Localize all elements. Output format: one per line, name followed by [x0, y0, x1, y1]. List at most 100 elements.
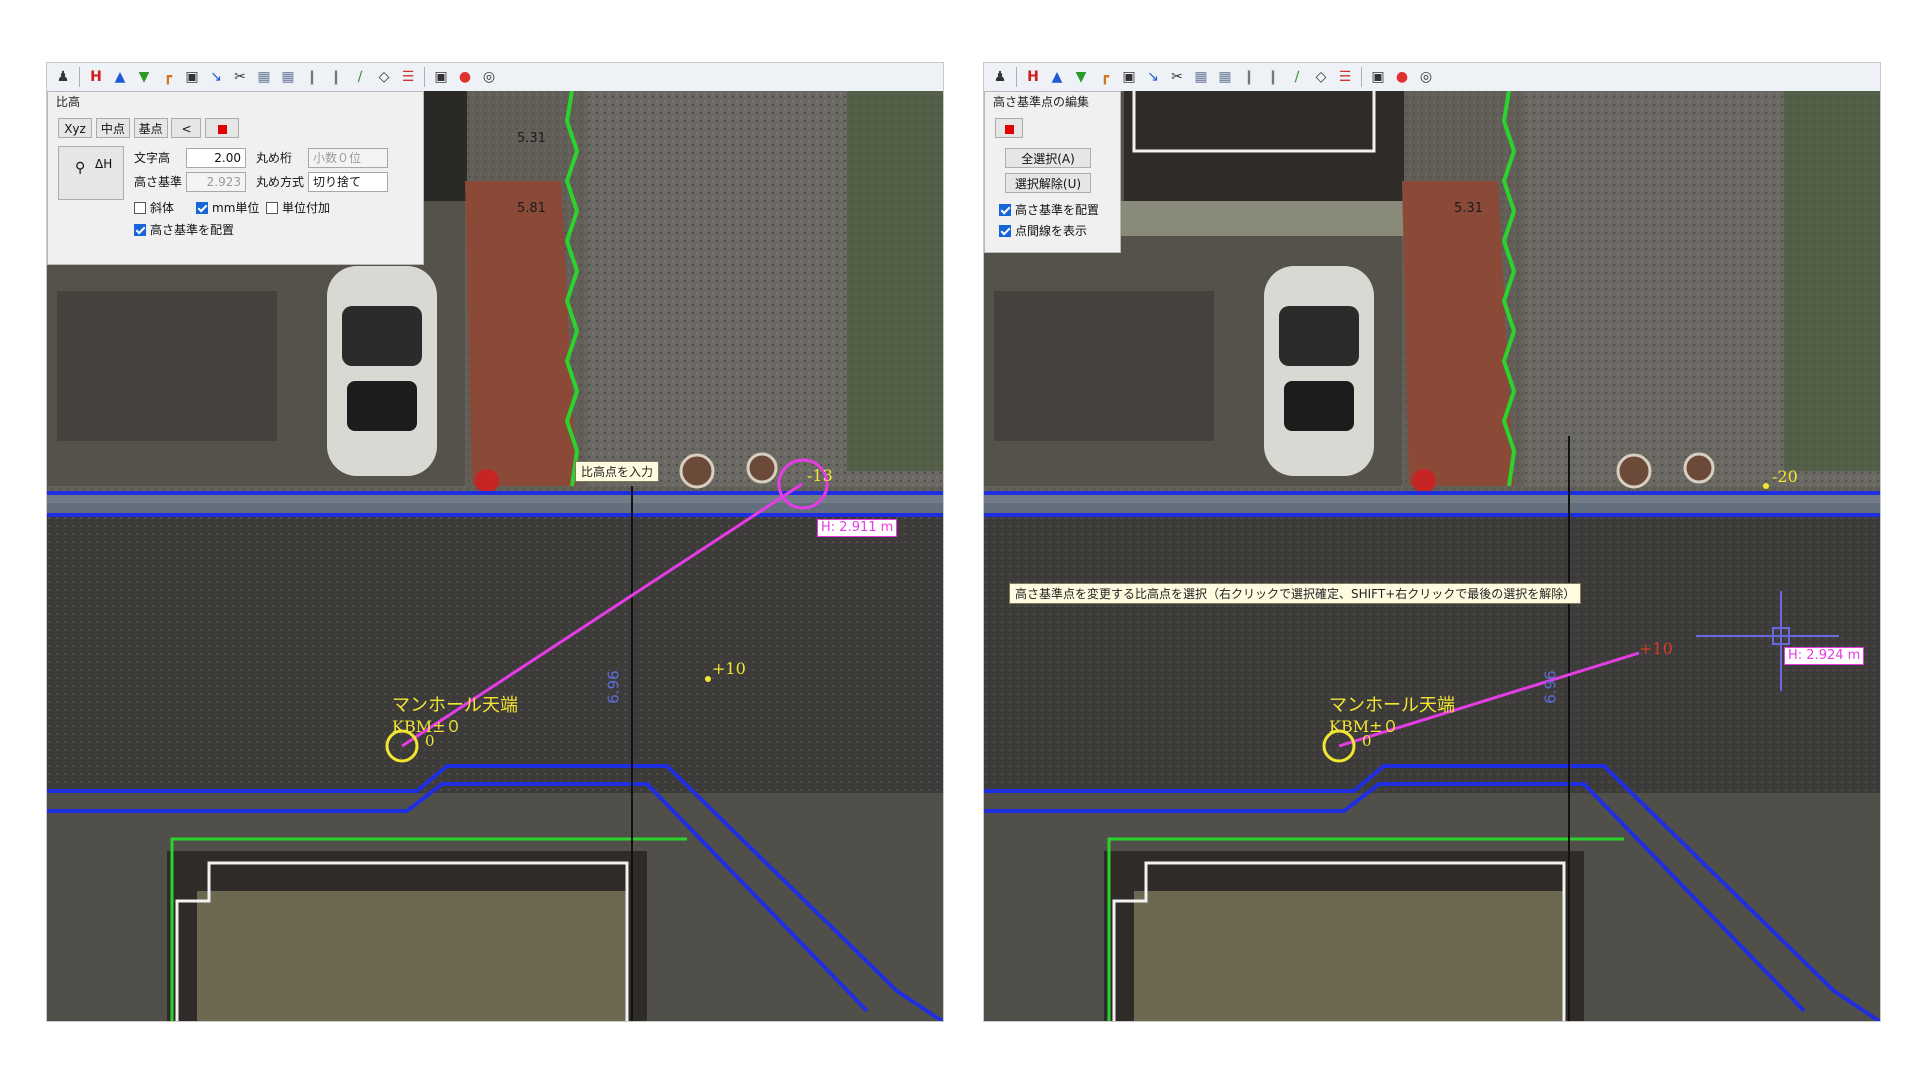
round-digits-label: 丸め桁 [256, 151, 293, 165]
tab-midpoint[interactable]: 中点 [95, 118, 130, 138]
left-viewer-panel[interactable]: ♟ H ▲ ▼ ┏ ▣ ↘ ✂ ▦ ▦ ❙ ❙ ∕ ◇ ☰ ▣ ● ◎ 6.96… [46, 62, 944, 1022]
manhole-label: マンホール天端 [1329, 695, 1455, 716]
camera-icon[interactable]: ▣ [182, 67, 202, 87]
lower-yard [197, 891, 627, 1021]
place-ref-check-icon [134, 224, 146, 236]
dialog-title: 比高 [48, 92, 423, 112]
brick-path [465, 181, 577, 486]
path-icon[interactable]: ↘ [1143, 67, 1163, 87]
back-button[interactable]: < [171, 118, 202, 138]
add-unit-check-icon [266, 202, 278, 214]
diamond-icon[interactable]: ◇ [374, 67, 394, 87]
height-readout: H: 2.911 m [817, 519, 898, 537]
show-lines-checkbox[interactable]: 点間線を表示 [999, 223, 1087, 239]
place-ref-checkbox[interactable]: 高さ基準を配置 [999, 202, 1099, 218]
top-label-1: 5.31 [517, 131, 546, 146]
place-ref-check-icon [999, 204, 1011, 216]
pin-icon[interactable]: ● [455, 67, 475, 87]
italic-checkbox[interactable]: 斜体 [134, 200, 174, 216]
toolbar-separator [1361, 67, 1362, 87]
target-icon[interactable]: ◎ [1416, 67, 1436, 87]
elevation-icon[interactable]: ▲ [110, 67, 130, 87]
plus10-label: +10 [712, 659, 746, 678]
columns2-icon[interactable]: ❙ [326, 67, 346, 87]
place-ref-checkbox[interactable]: 高さ基準を配置 [134, 222, 234, 238]
add-unit-label: 単位付加 [282, 201, 331, 215]
height-diff-dialog: 比高 Xyz 中点 基点 < ⚲ ΔH 文字高 2.00 高さ基準 2.923 … [47, 91, 424, 265]
dim-label: 6.96 [1541, 670, 1560, 704]
scissors-icon[interactable]: ✂ [1167, 67, 1187, 87]
curb-upper [984, 491, 1880, 517]
mm-unit-label: mm単位 [212, 201, 260, 215]
place-ref-label: 高さ基準を配置 [150, 223, 235, 237]
dialog-title: 高さ基準点の編集 [985, 92, 1120, 112]
tab-basepoint[interactable]: 基点 [133, 118, 168, 138]
add-unit-checkbox[interactable]: 単位付加 [266, 200, 330, 216]
level-icon[interactable]: ▼ [134, 67, 154, 87]
place-ref-label: 高さ基準を配置 [1015, 203, 1100, 217]
stop-icon [1004, 125, 1014, 134]
layer-icon[interactable]: ▦ [1191, 67, 1211, 87]
top-label-2: 5.81 [517, 201, 546, 216]
manhole-label: マンホール天端 [392, 695, 518, 716]
car [327, 266, 437, 476]
columns-icon[interactable]: ❙ [1239, 67, 1259, 87]
height-icon[interactable]: H [86, 67, 106, 87]
height-readout: H: 2.924 m [1784, 647, 1865, 665]
path-icon[interactable]: ↘ [206, 67, 226, 87]
toolbar-separator [79, 67, 80, 87]
columns-icon[interactable]: ❙ [302, 67, 322, 87]
italic-check-icon [134, 202, 146, 214]
dh-pin-icon: ⚲ [75, 160, 86, 176]
height-icon[interactable]: H [1023, 67, 1043, 87]
roof [1124, 91, 1404, 201]
delta-h-button[interactable]: ⚲ ΔH [58, 146, 124, 200]
stack-icon[interactable]: ☰ [1335, 67, 1355, 87]
dim-label: 6.96 [604, 670, 623, 704]
person-icon[interactable]: ♟ [53, 67, 73, 87]
frame-icon[interactable]: ▣ [1368, 67, 1388, 87]
text-height-input[interactable]: 2.00 [186, 148, 246, 168]
curb-upper [47, 491, 943, 517]
scissors-icon[interactable]: ✂ [230, 67, 250, 87]
minus20-label: -20 [1772, 467, 1798, 486]
mm-unit-checkbox[interactable]: mm単位 [196, 200, 259, 216]
lower-yard [1134, 891, 1564, 1021]
corner-icon[interactable]: ┏ [158, 67, 178, 87]
plus10-label: +10 [1639, 639, 1673, 658]
right-viewer-panel[interactable]: ♟ H ▲ ▼ ┏ ▣ ↘ ✂ ▦ ▦ ❙ ❙ ∕ ◇ ☰ ▣ ● ◎ 6.96… [983, 62, 1881, 1022]
stop-button[interactable] [205, 118, 240, 138]
zero-label: 0 [1362, 732, 1372, 750]
line-icon[interactable]: ∕ [1287, 67, 1307, 87]
deselect-button[interactable]: 選択解除(U) [1005, 173, 1091, 193]
camera-icon[interactable]: ▣ [1119, 67, 1139, 87]
layer2-icon[interactable]: ▦ [278, 67, 298, 87]
person-icon[interactable]: ♟ [990, 67, 1010, 87]
stack-icon[interactable]: ☰ [398, 67, 418, 87]
elevation-icon[interactable]: ▲ [1047, 67, 1067, 87]
target-icon[interactable]: ◎ [479, 67, 499, 87]
diamond-icon[interactable]: ◇ [1311, 67, 1331, 87]
layer-icon[interactable]: ▦ [254, 67, 274, 87]
level-icon[interactable]: ▼ [1071, 67, 1091, 87]
zero-label: 0 [425, 732, 435, 750]
select-all-button[interactable]: 全選択(A) [1005, 148, 1091, 168]
round-method-select[interactable]: 切り捨て [308, 172, 388, 192]
right-point-cloud-view[interactable]: 6.96 +10 -20 マンホール天端 KBM±０ 0 5.31 H: 2.9… [984, 90, 1880, 1021]
text-height-label: 文字高 [134, 151, 171, 165]
top-label-1: 5.31 [1454, 201, 1483, 216]
left-point-cloud-view[interactable]: 6.96 +10 -13 マンホール天端 KBM±０ 0 5.31 5.81 H… [47, 90, 943, 1021]
pin-icon[interactable]: ● [1392, 67, 1412, 87]
stop-icon [217, 125, 227, 134]
corner-icon[interactable]: ┏ [1095, 67, 1115, 87]
line-icon[interactable]: ∕ [350, 67, 370, 87]
toolbar-separator [424, 67, 425, 87]
stop-button[interactable] [995, 118, 1023, 138]
columns2-icon[interactable]: ❙ [1263, 67, 1283, 87]
round-digits-select[interactable]: 小数０位 [308, 148, 388, 168]
mm-unit-check-icon [196, 202, 208, 214]
tab-xyz[interactable]: Xyz [58, 118, 92, 138]
layer2-icon[interactable]: ▦ [1215, 67, 1235, 87]
height-ref-input[interactable]: 2.923 [186, 172, 246, 192]
frame-icon[interactable]: ▣ [431, 67, 451, 87]
